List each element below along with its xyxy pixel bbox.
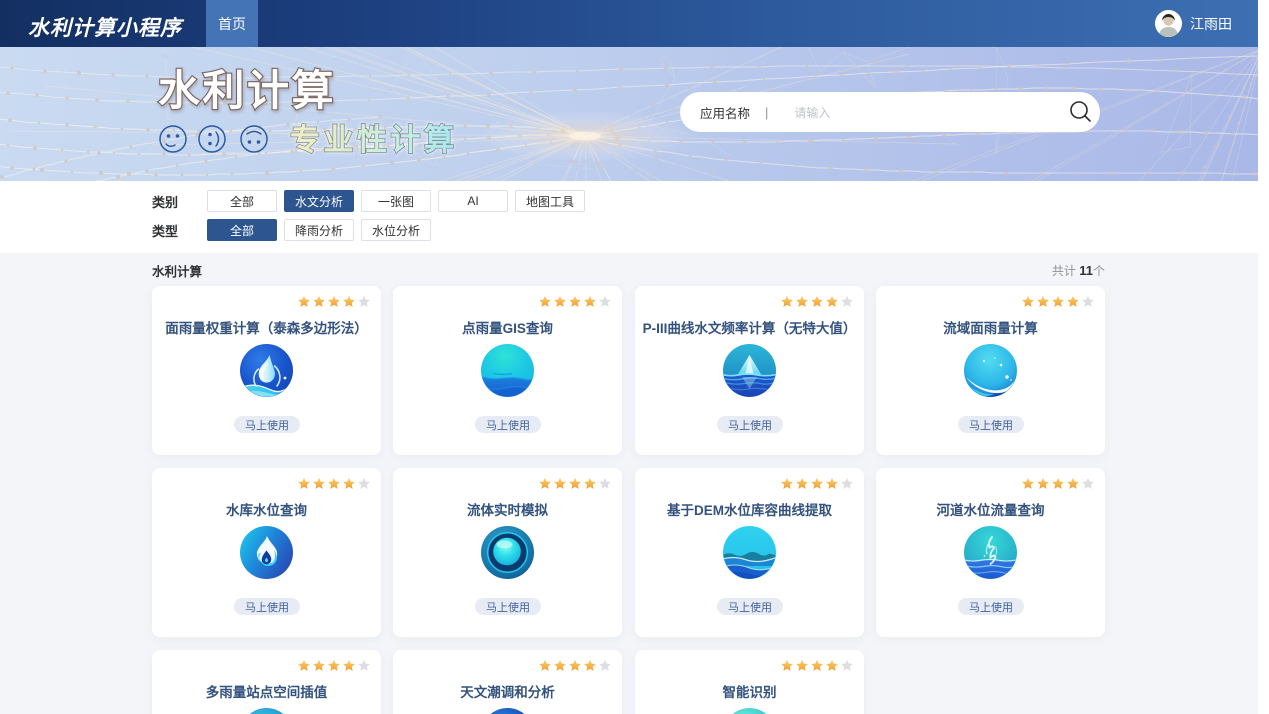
svg-text:专业性计算: 专业性计算 — [290, 123, 458, 157]
svg-text:水利计算: 水利计算 — [158, 67, 336, 114]
